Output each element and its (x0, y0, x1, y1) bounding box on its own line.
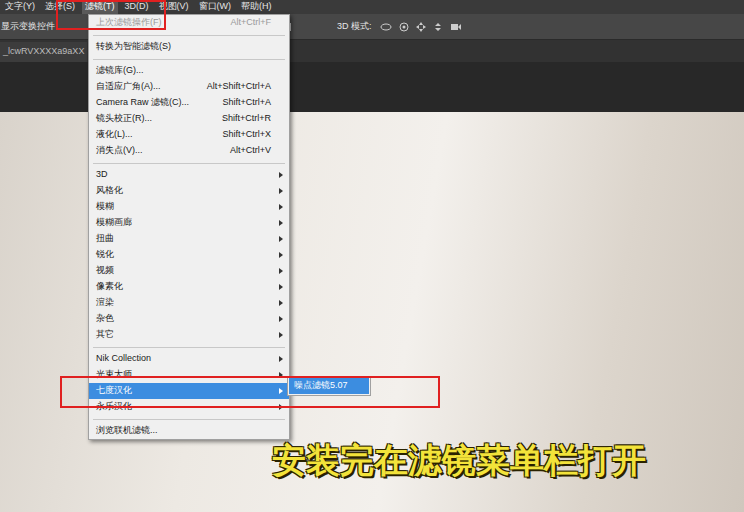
camera-icon[interactable] (450, 22, 462, 32)
menu-item-label: Camera Raw 滤镜(C)... (96, 96, 216, 110)
menu-separator (89, 159, 289, 167)
menu-item[interactable]: 滤镜库(G)... (89, 63, 289, 79)
submenu-arrow-icon (277, 220, 283, 226)
menu-item-label: 风格化 (96, 184, 265, 198)
filter-submenu: 噪点滤镜5.07 (287, 376, 371, 396)
menu-item[interactable]: Camera Raw 滤镜(C)... Shift+Ctrl+A (89, 95, 289, 111)
menu-item[interactable]: 锐化 (89, 247, 289, 263)
submenu-arrow-icon (277, 356, 283, 362)
menu-item-label: 上次滤镜操作(F) (96, 16, 224, 30)
menu-item[interactable]: 像素化 (89, 279, 289, 295)
menu-item[interactable]: 渲染 (89, 295, 289, 311)
menu-separator (89, 415, 289, 423)
menu-item-label: Nik Collection (96, 352, 265, 366)
menu-item[interactable]: 自适应广角(A)... Alt+Shift+Ctrl+A (89, 79, 289, 95)
submenu-arrow-icon (277, 284, 283, 290)
menu-item-label: 杂色 (96, 312, 265, 326)
menu-separator (89, 31, 289, 39)
submenu-arrow-icon (277, 300, 283, 306)
menu-item[interactable]: 模糊 (89, 199, 289, 215)
menu-item-label: 浏览联机滤镜... (96, 424, 265, 438)
menu-item-label: 模糊 (96, 200, 265, 214)
submenu-arrow-icon (277, 332, 283, 338)
menu-item[interactable]: 视图(V) (156, 0, 192, 14)
menu-item[interactable]: 视频 (89, 263, 289, 279)
menu-item[interactable]: 七度汉化 (89, 383, 289, 399)
document-title: _lcwRVXXXXa9aXX (3, 45, 84, 59)
menu-item[interactable]: 液化(L)... Shift+Ctrl+X (89, 127, 289, 143)
annotation-box (56, 0, 166, 30)
submenu-arrow-icon (277, 172, 283, 178)
menu-item-shortcut: Alt+Ctrl+F (230, 16, 271, 30)
submenu-arrow-icon (277, 388, 283, 394)
3d-mode-label: 3D 模式: (337, 20, 372, 34)
menu-separator (89, 55, 289, 63)
menu-bar: 文字(Y) 选择(S) 滤镜(T) 3D(D) 视图(V) 窗口(W)帮助(H) (0, 0, 744, 14)
separator-line (93, 59, 285, 60)
submenu-arrow-icon (277, 204, 283, 210)
menu-item-label: 镜头校正(R)... (96, 112, 216, 126)
menu-item[interactable]: 滤镜(T) (82, 0, 118, 14)
menu-item-label: 滤镜库(G)... (96, 64, 265, 78)
menu-item-label: 3D (96, 168, 265, 182)
menu-item[interactable]: 窗口(W) (196, 0, 235, 14)
menu-item[interactable]: 3D(D) (122, 0, 152, 14)
menu-item-shortcut: Alt+Ctrl+V (230, 144, 271, 158)
menu-separator (89, 343, 289, 351)
separator-line (93, 163, 285, 164)
orbit-icon[interactable] (380, 22, 392, 32)
menu-item-shortcut: Shift+Ctrl+A (222, 96, 271, 110)
submenu-item-label: 噪点滤镜5.07 (294, 379, 348, 393)
menu-item[interactable]: 镜头校正(R)... Shift+Ctrl+R (89, 111, 289, 127)
show-transform-controls[interactable]: 显示变换控件 (0, 20, 55, 34)
menu-item-label: 扭曲 (96, 232, 265, 246)
submenu-arrow-icon (277, 316, 283, 322)
menu-item-label: 模糊画廊 (96, 216, 265, 230)
menu-item[interactable]: 3D (89, 167, 289, 183)
separator-line (93, 35, 285, 36)
menu-item[interactable]: Nik Collection (89, 351, 289, 367)
menu-item-label: 光束大师 (96, 368, 265, 382)
menu-item-label: 像素化 (96, 280, 265, 294)
menu-item-label: 锐化 (96, 248, 265, 262)
menu-item[interactable]: 消失点(V)... Alt+Ctrl+V (89, 143, 289, 159)
menu-item-label: 转换为智能滤镜(S) (96, 40, 265, 54)
menu-item-shortcut: Shift+Ctrl+R (222, 112, 271, 126)
3d-mode-icons (380, 22, 462, 32)
menu-item-label: 七度汉化 (96, 384, 265, 398)
menu-item[interactable]: 帮助(H) (238, 0, 275, 14)
menu-item[interactable]: 其它 (89, 327, 289, 343)
menu-item-label: 液化(L)... (96, 128, 216, 142)
menu-item-label: 渲染 (96, 296, 265, 310)
document-tab[interactable]: _lcwRVXXXXa9aXX (0, 42, 87, 62)
roll-icon[interactable] (399, 22, 409, 32)
separator-line (93, 419, 285, 420)
menu-item-label: 消失点(V)... (96, 144, 224, 158)
menu-item[interactable]: 转换为智能滤镜(S) (89, 39, 289, 55)
menu-item[interactable]: 模糊画廊 (89, 215, 289, 231)
menu-item[interactable]: 杂色 (89, 311, 289, 327)
submenu-arrow-icon (277, 268, 283, 274)
submenu-item[interactable]: 噪点滤镜5.07 (289, 378, 369, 394)
separator-line (93, 347, 285, 348)
caption: 安装完在滤镜菜单栏打开 (272, 436, 646, 484)
menu-item[interactable]: 浏览联机滤镜... (89, 423, 289, 439)
menu-item[interactable]: 选择(S) (42, 0, 78, 14)
menu-item-shortcut: Shift+Ctrl+X (222, 128, 271, 142)
menu-item-label: 其它 (96, 328, 265, 342)
submenu-arrow-icon (277, 188, 283, 194)
menu-item[interactable]: 扭曲 (89, 231, 289, 247)
photoshop-window: 文字(Y) 选择(S) 滤镜(T) 3D(D) 视图(V) 窗口(W)帮助(H) 显示变换… (0, 0, 744, 512)
annotation-box (60, 376, 440, 408)
slide-icon[interactable] (433, 22, 443, 32)
menu-item-shortcut: Alt+Shift+Ctrl+A (207, 80, 271, 94)
menu-item-label: 视频 (96, 264, 265, 278)
menu-item[interactable]: 风格化 (89, 183, 289, 199)
submenu-arrow-icon (277, 236, 283, 242)
submenu-arrow-icon (277, 252, 283, 258)
pan-icon[interactable] (416, 22, 426, 32)
menu-item[interactable]: 文字(Y) (2, 0, 38, 14)
menu-item[interactable]: 光束大师 (89, 367, 289, 383)
menu-item-label: 自适应广角(A)... (96, 80, 201, 94)
